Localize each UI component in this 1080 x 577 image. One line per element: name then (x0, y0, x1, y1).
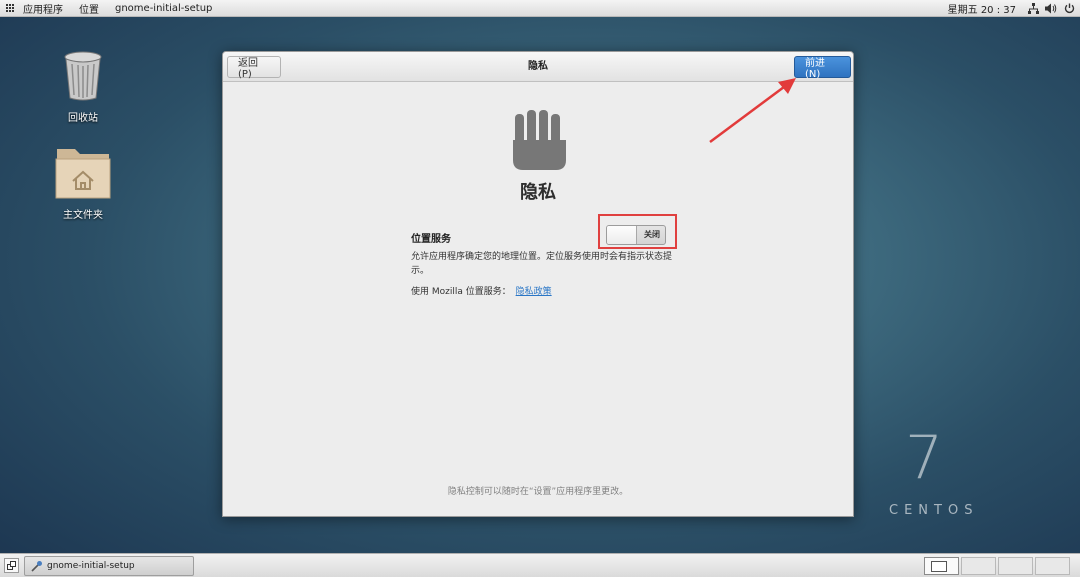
workspace-4[interactable] (1035, 557, 1070, 575)
trash-label: 回收站 (68, 113, 98, 124)
privacy-hand-icon (513, 110, 566, 170)
volume-icon[interactable] (1044, 1, 1058, 15)
privacy-policy-link[interactable]: 隐私政策 (516, 287, 552, 297)
applications-menu[interactable]: 应用程序 (15, 0, 71, 16)
setup-app-icon (31, 561, 42, 572)
show-desktop-icon (7, 561, 16, 570)
show-desktop-button[interactable] (4, 558, 19, 573)
network-icon[interactable] (1026, 1, 1040, 15)
applications-icon (5, 4, 14, 13)
page-heading: 隐私 (520, 182, 556, 203)
location-description: 允许应用程序确定您的地理位置。定位服务使用时会有指示状态提示。 (411, 252, 673, 276)
taskbar-window-button[interactable]: gnome-initial-setup (24, 556, 194, 576)
workspace-2[interactable] (961, 557, 996, 575)
workspace-3[interactable] (998, 557, 1033, 575)
switch-knob[interactable] (607, 226, 637, 244)
centos-wordmark: CENTOS (889, 503, 979, 518)
location-services-switch[interactable]: 关闭 (606, 225, 666, 245)
home-folder-label: 主文件夹 (63, 210, 103, 221)
mozilla-location-line: 使用 Mozilla 位置服务： 隐私政策 (411, 284, 552, 297)
active-app-menu[interactable]: gnome-initial-setup (107, 0, 220, 16)
switch-state-label: 关闭 (644, 230, 660, 239)
location-services-label: 位置服务 (411, 234, 451, 245)
home-folder-icon (55, 149, 111, 199)
annotation-arrow (709, 78, 796, 144)
workspace-1[interactable] (924, 557, 959, 575)
privacy-footer-note: 隐私控制可以随时在“设置”应用程序里更改。 (447, 487, 629, 497)
trash-desktop-icon[interactable]: 回收站 (43, 50, 123, 124)
mozilla-location-prefix: 使用 Mozilla 位置服务： (411, 287, 511, 297)
taskbar-window-label: gnome-initial-setup (47, 561, 135, 571)
home-folder-desktop-icon[interactable]: 主文件夹 (43, 145, 123, 221)
top-panel: 应用程序 位置 gnome-initial-setup 星期五 20 : 37 (0, 0, 1080, 17)
places-menu[interactable]: 位置 (71, 0, 107, 16)
bottom-panel: gnome-initial-setup (0, 553, 1080, 577)
centos-version-watermark: 7 (905, 423, 944, 493)
back-button[interactable]: 返回(P) (227, 56, 281, 80)
power-icon[interactable] (1062, 1, 1076, 15)
trash-icon (64, 51, 102, 101)
clock[interactable]: 星期五 20 : 37 (938, 1, 1026, 16)
